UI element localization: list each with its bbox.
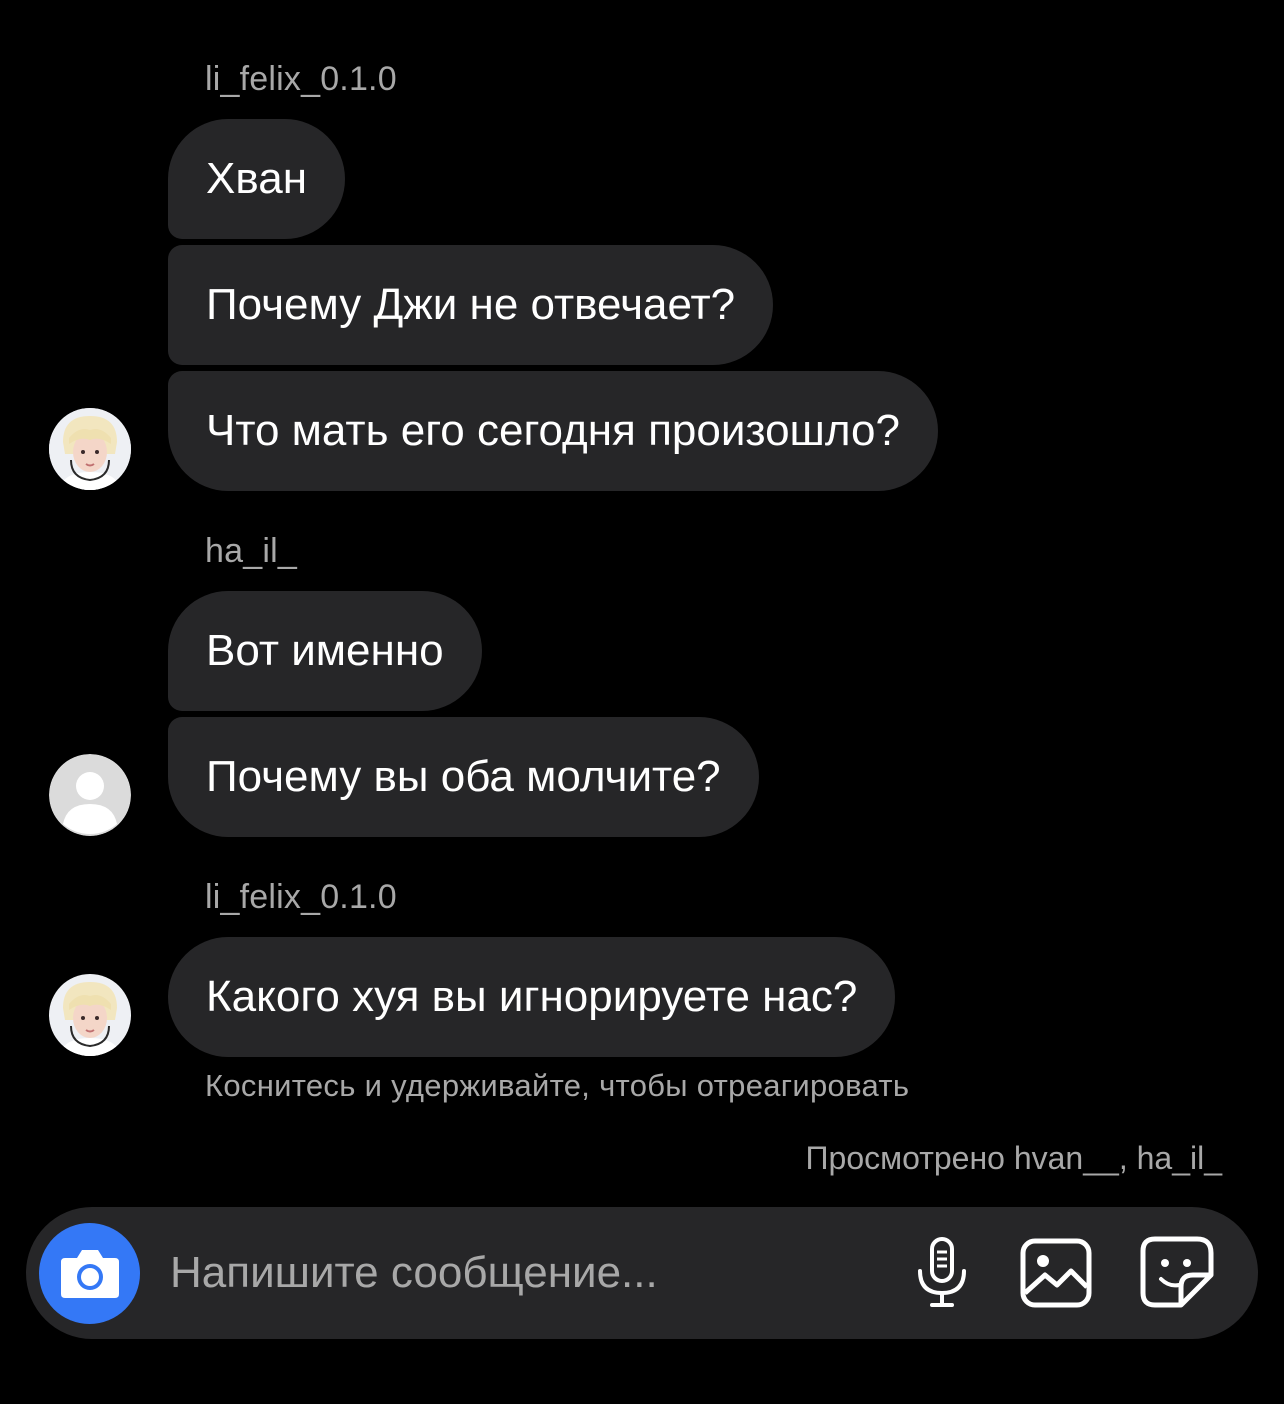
gallery-button[interactable] (1019, 1235, 1095, 1311)
sender-name: li_felix_0.1.0 (205, 60, 397, 98)
message-bubble[interactable]: Почему Джи не отвечает? (168, 245, 774, 365)
message-input[interactable] (170, 1237, 870, 1309)
message-bubble[interactable]: Хван (168, 119, 345, 239)
gallery-icon (1020, 1238, 1092, 1308)
message-bubble[interactable]: Вот именно (168, 591, 482, 711)
camera-icon (61, 1250, 119, 1298)
default-avatar[interactable] (49, 754, 131, 836)
message-bubble[interactable]: Почему вы оба молчите? (168, 717, 759, 837)
sticker-icon (1140, 1236, 1214, 1308)
microphone-button[interactable] (904, 1235, 980, 1311)
avatar[interactable] (49, 408, 131, 490)
reaction-hint: Коснитесь и удерживайте, чтобы отреагиро… (205, 1068, 910, 1103)
sender-name: li_felix_0.1.0 (205, 878, 397, 916)
seen-status: Просмотрено hvan__, ha_il_ (805, 1140, 1222, 1176)
message-bubble[interactable]: Какого хуя вы игнорируете нас? (168, 937, 896, 1057)
message-bubble[interactable]: Что мать его сегодня произошло? (168, 371, 938, 491)
avatar[interactable] (49, 974, 131, 1056)
sender-name: ha_il_ (205, 532, 297, 570)
sticker-button[interactable] (1139, 1235, 1215, 1311)
microphone-icon (918, 1237, 966, 1307)
message-composer (26, 1207, 1258, 1339)
camera-button[interactable] (39, 1223, 140, 1324)
